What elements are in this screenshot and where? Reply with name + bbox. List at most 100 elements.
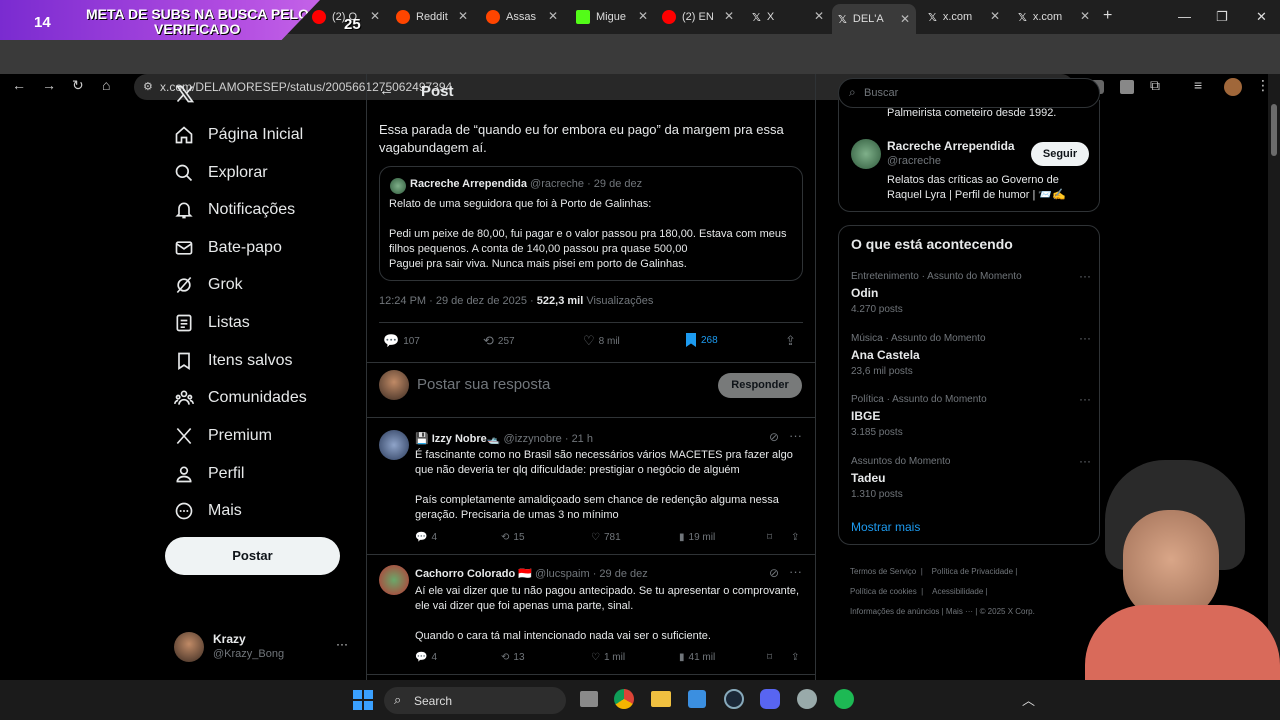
like-action[interactable]: ♡ 8 mil [583, 333, 620, 349]
close-tab-icon[interactable]: ✕ [370, 9, 380, 23]
avatar [379, 370, 409, 400]
trend-item[interactable]: Música · Assunto do Momento Ana Castela … [851, 331, 1091, 377]
trend-item[interactable]: Entretenimento · Assunto do Momento Odin… [851, 269, 1091, 315]
more-dots-icon[interactable]: ··· [789, 564, 802, 579]
more-dots-icon[interactable]: ··· [1079, 269, 1091, 283]
store-icon[interactable] [688, 690, 706, 708]
reply-input[interactable]: Postar sua resposta [417, 376, 550, 393]
close-tab-icon[interactable]: ✕ [638, 9, 648, 23]
media-control-icon[interactable]: ≡ [1194, 77, 1202, 93]
browser-tab[interactable]: Reddit ✕ [396, 6, 468, 28]
discord-icon[interactable] [760, 689, 780, 709]
extensions-puzzle-icon[interactable]: ⧉ [1150, 77, 1160, 94]
suggested-account-name[interactable]: Racreche Arrependida [887, 139, 1015, 153]
share-icon[interactable]: ⇪ [785, 333, 796, 349]
profile-avatar[interactable] [1224, 78, 1242, 96]
bookmark-action[interactable]: 268 [685, 333, 718, 347]
settings-icon[interactable] [797, 689, 817, 709]
more-dots-icon[interactable]: ··· [789, 428, 802, 443]
reload-icon[interactable]: ↻ [72, 77, 84, 94]
nav-notifications[interactable]: Notificações [174, 195, 295, 225]
back-icon[interactable]: ← [12, 77, 26, 93]
browser-tab[interactable]: Migue ✕ [576, 6, 648, 28]
browser-tab[interactable]: 𝕏x.com ✕ [1018, 6, 1090, 28]
taskbar-search[interactable]: ⌕ Search [384, 687, 566, 714]
nav-grok[interactable]: Grok [174, 270, 243, 300]
footer-link[interactable]: Política de cookies [850, 587, 917, 596]
share-icon[interactable]: ⇪ [791, 532, 799, 543]
close-tab-icon[interactable]: ✕ [724, 9, 734, 23]
show-more-link[interactable]: Mostrar mais [851, 520, 920, 534]
task-view-icon[interactable] [580, 691, 598, 707]
close-tab-icon[interactable]: ✕ [814, 9, 824, 23]
reply-action[interactable]: 💬 4 [415, 532, 437, 543]
reply-action[interactable]: 💬 4 [415, 652, 437, 663]
share-icon[interactable]: ⇪ [791, 652, 799, 663]
browser-tab[interactable]: Assas ✕ [486, 6, 558, 28]
home-icon[interactable]: ⌂ [102, 77, 110, 93]
trend-item[interactable]: Assuntos do Momento Tadeu 1.310 posts ··… [851, 454, 1091, 500]
footer-link[interactable]: Mais ··· [946, 607, 973, 616]
extension-icon[interactable] [1120, 80, 1134, 94]
x-logo-icon[interactable] [175, 84, 195, 104]
site-info-icon[interactable]: ⚙ [143, 74, 153, 100]
footer-link[interactable]: Informações de anúncios [850, 607, 939, 616]
nav-home[interactable]: Página Inicial [174, 120, 303, 150]
bookmark-icon[interactable]: ⌑ [767, 532, 772, 543]
window-close-button[interactable]: ✕ [1256, 9, 1267, 25]
trend-item[interactable]: Política · Assunto do Momento IBGE 3.185… [851, 392, 1091, 438]
minimize-button[interactable]: — [1178, 9, 1191, 24]
repost-action[interactable]: ⟲ 13 [501, 652, 525, 663]
nav-premium[interactable]: Premium [174, 421, 272, 451]
grok-icon[interactable]: ⊘ [769, 430, 779, 444]
browser-tab-active[interactable]: 𝕏 DEL'A ✕ [832, 4, 916, 34]
nav-profile[interactable]: Perfil [174, 459, 244, 489]
nav-chat[interactable]: Bate-papo [174, 233, 282, 263]
grok-icon[interactable]: ⊘ [769, 566, 779, 580]
nav-explore[interactable]: Explorar [174, 158, 268, 188]
new-tab-button[interactable]: + [1103, 7, 1112, 25]
close-tab-icon[interactable]: ✕ [1080, 9, 1090, 23]
back-arrow-icon[interactable]: ← [379, 82, 394, 99]
steam-icon[interactable] [724, 689, 744, 709]
reply-action[interactable]: 💬 107 [383, 333, 420, 349]
footer-link[interactable]: Acessibilidade [932, 587, 983, 596]
start-button[interactable] [353, 690, 373, 710]
post-button[interactable]: Postar [165, 537, 340, 575]
maximize-button[interactable]: ❐ [1216, 9, 1228, 25]
account-switcher[interactable]: Krazy @Krazy_Bong ··· [174, 631, 350, 665]
reddit-icon [396, 10, 410, 24]
close-tab-icon[interactable]: ✕ [458, 9, 468, 23]
more-dots-icon[interactable]: ··· [1079, 392, 1091, 406]
bookmark-icon[interactable]: ⌑ [767, 652, 772, 663]
more-dots-icon[interactable]: ··· [1079, 331, 1091, 345]
repost-action[interactable]: ⟲ 257 [483, 333, 515, 349]
browser-tab[interactable]: 𝕏 X ✕ [752, 6, 824, 28]
footer-link[interactable]: Termos de Serviço [850, 567, 916, 576]
file-explorer-icon[interactable] [651, 691, 671, 707]
sub-goal: 25 [344, 16, 361, 33]
views-stat[interactable]: ▮ 19 mil [679, 532, 715, 543]
scrollbar-thumb[interactable] [1271, 104, 1277, 156]
browser-tab[interactable]: 𝕏x.com ✕ [928, 6, 1000, 28]
repost-action[interactable]: ⟲ 15 [501, 532, 525, 543]
close-tab-icon[interactable]: ✕ [548, 9, 558, 23]
forward-icon[interactable]: → [42, 77, 56, 93]
like-action[interactable]: ♡ 781 [591, 532, 621, 543]
views-stat[interactable]: ▮ 41 mil [679, 652, 715, 663]
spotify-icon[interactable] [834, 689, 854, 709]
nav-bookmarks[interactable]: Itens salvos [174, 346, 292, 376]
close-tab-icon[interactable]: ✕ [900, 12, 910, 26]
reply-button[interactable]: Responder [718, 373, 802, 398]
browser-tab[interactable]: (2) EN ✕ [662, 6, 734, 28]
follow-button[interactable]: Seguir [1031, 142, 1089, 166]
close-tab-icon[interactable]: ✕ [990, 9, 1000, 23]
chrome-icon[interactable] [614, 689, 634, 709]
footer-link[interactable]: Política de Privacidade [932, 567, 1013, 576]
chevron-up-icon[interactable]: ︿ [1022, 690, 1035, 709]
like-action[interactable]: ♡ 1 mil [591, 652, 625, 663]
nav-more[interactable]: Mais [174, 496, 242, 526]
nav-lists[interactable]: Listas [174, 308, 250, 338]
nav-communities[interactable]: Comunidades [174, 383, 307, 413]
quote-tweet[interactable]: Racreche Arrependida @racreche · 29 de d… [379, 166, 803, 281]
